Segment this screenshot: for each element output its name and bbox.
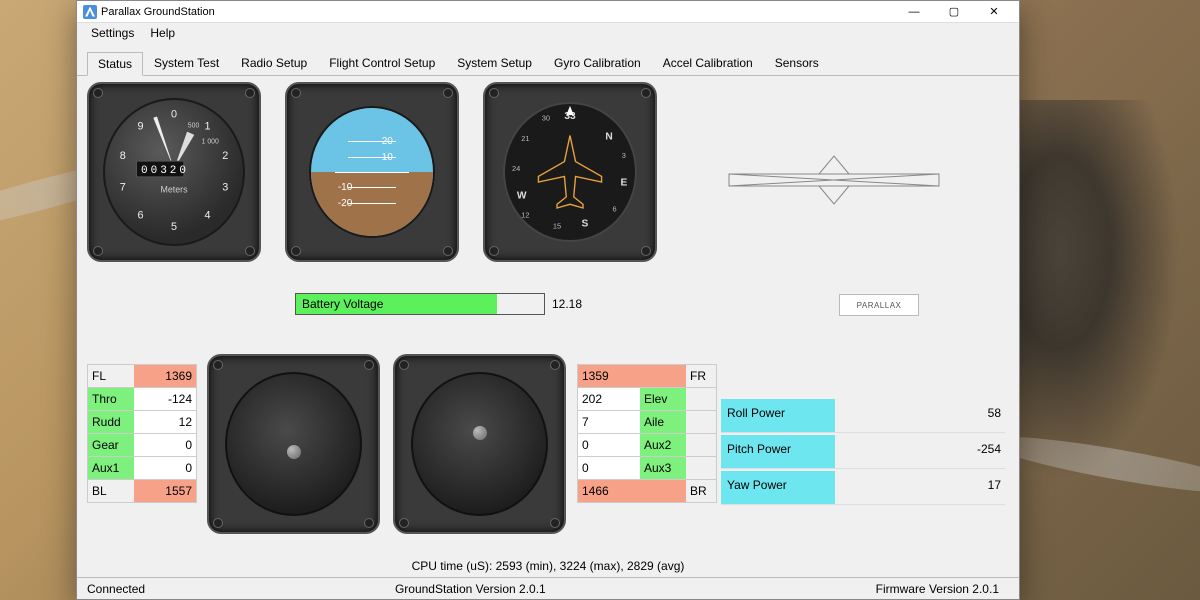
menu-help[interactable]: Help — [144, 25, 181, 41]
alt-tick-8: 8 — [120, 150, 126, 162]
alt-tick-3: 3 — [222, 182, 228, 194]
altimeter-gauge: 0 1 2 3 4 5 6 7 8 9 500 1 000 Meters — [87, 82, 261, 262]
close-button[interactable]: ✕ — [975, 3, 1013, 21]
tab-flight-control-setup[interactable]: Flight Control Setup — [318, 51, 446, 75]
parallax-logo: PARALLAX — [839, 294, 919, 316]
svg-text:E: E — [620, 178, 627, 189]
svg-text:Meters: Meters — [160, 185, 188, 195]
channel-aile: . Aile 7 — [577, 410, 717, 434]
tab-accel-calibration[interactable]: Accel Calibration — [652, 51, 764, 75]
svg-text:24: 24 — [512, 164, 520, 173]
battery-label: Battery Voltage — [302, 297, 383, 311]
titlebar: Parallax GroundStation — ▢ ✕ — [77, 1, 1019, 23]
power-column: Roll Power 58 Pitch Power -254 Yaw Power… — [721, 399, 1005, 507]
alt-tick-7: 7 — [120, 182, 126, 194]
menu-settings[interactable]: Settings — [85, 25, 140, 41]
right-channel-column: FR 1359 . Elev 202 . Aile 7 . Aux2 0 . A… — [577, 364, 717, 502]
tab-status[interactable]: Status — [87, 52, 143, 76]
window-title: Parallax GroundStation — [101, 6, 895, 18]
battery-voltage-bar: Battery Voltage 12.18 — [295, 293, 545, 315]
svg-text:3: 3 — [622, 151, 626, 160]
aircraft-wireframe — [719, 146, 949, 216]
svg-text:1 000: 1 000 — [202, 138, 219, 145]
tabbar: Status System Test Radio Setup Flight Co… — [77, 43, 1019, 76]
compass-gauge: 33 N E S W 30 3 6 15 12 24 21 — [483, 82, 657, 262]
yaw-power-row: Yaw Power 17 — [721, 471, 1005, 505]
tab-radio-setup[interactable]: Radio Setup — [230, 51, 318, 75]
minimize-button[interactable]: — — [895, 3, 933, 21]
svg-text:15: 15 — [553, 221, 561, 230]
pitch-power-row: Pitch Power -254 — [721, 435, 1005, 469]
channel-elev: . Elev 202 — [577, 387, 717, 411]
svg-text:12: 12 — [521, 210, 529, 219]
channel-aux2: . Aux2 0 — [577, 433, 717, 457]
channel-aux3: . Aux3 0 — [577, 456, 717, 480]
alt-tick-2: 2 — [222, 150, 228, 162]
right-stick-gauge — [393, 354, 566, 534]
channel-thro: Thro -124 — [87, 387, 197, 411]
tab-gyro-calibration[interactable]: Gyro Calibration — [543, 51, 652, 75]
channel-fl: FL 1369 — [87, 364, 197, 388]
altimeter-counter: 00320 — [141, 165, 189, 177]
status-fw-version: Firmware Version 2.0.1 — [876, 582, 999, 596]
tab-system-setup[interactable]: System Setup — [446, 51, 543, 75]
svg-text:500: 500 — [188, 123, 200, 130]
alt-tick-4: 4 — [204, 209, 210, 221]
app-window: Parallax GroundStation — ▢ ✕ Settings He… — [76, 0, 1020, 600]
svg-text:30: 30 — [542, 114, 550, 123]
channel-bl: BL 1557 — [87, 479, 197, 503]
maximize-button[interactable]: ▢ — [935, 3, 973, 21]
alt-tick-5: 5 — [171, 221, 177, 233]
menubar: Settings Help — [77, 23, 1019, 43]
roll-power-row: Roll Power 58 — [721, 399, 1005, 433]
alt-tick-9: 9 — [137, 121, 143, 133]
status-panel: 0 1 2 3 4 5 6 7 8 9 500 1 000 Meters — [77, 76, 1019, 599]
tab-sensors[interactable]: Sensors — [764, 51, 830, 75]
svg-text:W: W — [517, 191, 527, 202]
attitude-gauge: 10 20 -10 -20 — [285, 82, 459, 262]
channel-fr: FR 1359 — [577, 364, 717, 388]
status-gs-version: GroundStation Version 2.0.1 — [395, 582, 546, 596]
channel-gear: Gear 0 — [87, 433, 197, 457]
left-stick-gauge — [207, 354, 380, 534]
app-icon — [83, 5, 97, 19]
svg-text:6: 6 — [613, 205, 617, 214]
statusbar: Connected GroundStation Version 2.0.1 Fi… — [77, 577, 1019, 599]
channel-rudd: Rudd 12 — [87, 410, 197, 434]
alt-tick-0: 0 — [171, 109, 177, 121]
left-channel-column: FL 1369 Thro -124 Rudd 12 Gear 0 Aux1 0 … — [87, 364, 197, 502]
svg-text:S: S — [581, 219, 588, 230]
svg-text:21: 21 — [521, 134, 529, 143]
channel-br: BR 1466 — [577, 479, 717, 503]
svg-text:N: N — [605, 131, 612, 142]
cpu-time-text: CPU time (uS): 2593 (min), 3224 (max), 2… — [77, 559, 1019, 573]
status-connected: Connected — [87, 582, 145, 596]
tab-system-test[interactable]: System Test — [143, 51, 230, 75]
alt-tick-6: 6 — [137, 209, 143, 221]
alt-tick-1: 1 — [204, 121, 210, 133]
battery-value: 12.18 — [552, 297, 582, 311]
channel-aux1: Aux1 0 — [87, 456, 197, 480]
